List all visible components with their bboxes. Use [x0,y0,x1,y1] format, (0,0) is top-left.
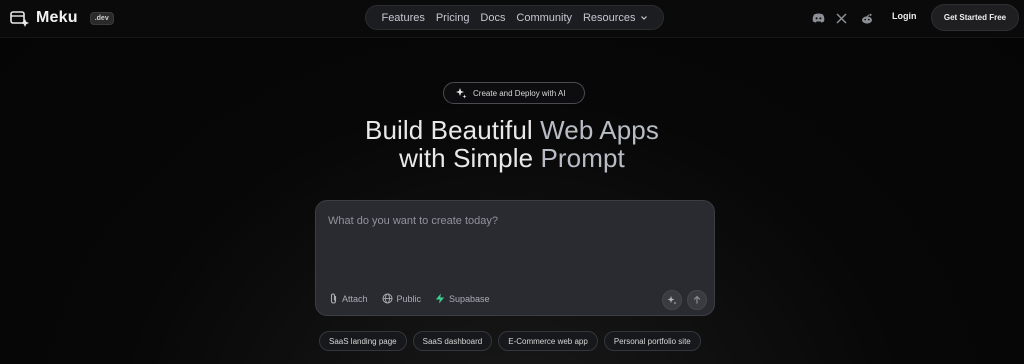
hero-headline: Build Beautiful Web Apps with Simple Pro… [262,116,762,172]
suggestion-chip[interactable]: Personal portfolio site [603,331,701,351]
headline-line1-a: Build Beautiful [365,115,541,145]
attach-label: Attach [342,293,368,304]
brand-name: Meku [36,9,78,26]
nav-item-docs[interactable]: Docs [480,12,505,24]
nav-item-features[interactable]: Features [381,12,424,24]
create-deploy-pill[interactable]: Create and Deploy with AI [443,82,585,104]
supabase-label: Supabase [449,293,490,304]
chevron-down-icon [640,15,647,20]
suggestion-chip[interactable]: SaaS landing page [319,331,407,351]
supabase-button[interactable]: Supabase [435,293,490,304]
nav-item-label: Docs [480,11,506,24]
page: Meku .dev Features Pricing Docs Communit… [0,0,1024,364]
x-icon[interactable] [833,10,849,26]
headline-line1-b: Web Apps [540,115,659,145]
nav-item-label: Pricing [435,11,470,24]
suggestion-chips: SaaS landing page SaaS dashboard E-Comme… [319,331,701,351]
prompt-input[interactable] [328,215,698,275]
attach-button[interactable]: Attach [329,293,368,304]
meku-logo-icon [10,8,30,28]
nav-item-community[interactable]: Community [516,12,572,24]
arrow-up-icon [693,295,701,304]
reddit-icon[interactable] [859,10,875,26]
login-link[interactable]: Login [892,11,917,21]
prompt-tools: Attach Public Supabase [329,293,490,304]
headline-line2-b: Prompt [540,143,625,173]
get-started-button[interactable]: Get Started Free [931,4,1019,31]
suggestion-chip[interactable]: SaaS dashboard [412,331,493,351]
globe-icon [382,293,393,304]
nav-item-label: Features [381,11,425,24]
main-nav: Features Pricing Docs Community Resource… [365,5,664,30]
paperclip-icon [330,293,337,304]
nav-item-resources[interactable]: Resources [583,12,648,24]
discord-icon[interactable] [810,10,826,26]
pill-label: Create and Deploy with AI [473,88,566,98]
public-toggle[interactable]: Public [382,293,422,304]
enhance-prompt-button[interactable] [662,290,682,310]
brand-badge: .dev [89,11,114,25]
sparkle-icon [456,88,467,99]
nav-item-label: Resources [582,11,636,24]
suggestion-chip[interactable]: E-Commerce web app [498,331,598,351]
headline-line2-a: with Simple [399,143,541,173]
brand[interactable]: Meku .dev [10,7,114,29]
submit-prompt-button[interactable] [687,290,707,310]
nav-item-label: Community [516,11,573,24]
public-label: Public [396,293,422,304]
sparkle-icon [667,296,677,305]
prompt-box: Attach Public Supabase [315,200,715,316]
supabase-icon [435,293,445,304]
top-navbar: Meku .dev Features Pricing Docs Communit… [0,0,1024,38]
nav-item-pricing[interactable]: Pricing [436,12,470,24]
